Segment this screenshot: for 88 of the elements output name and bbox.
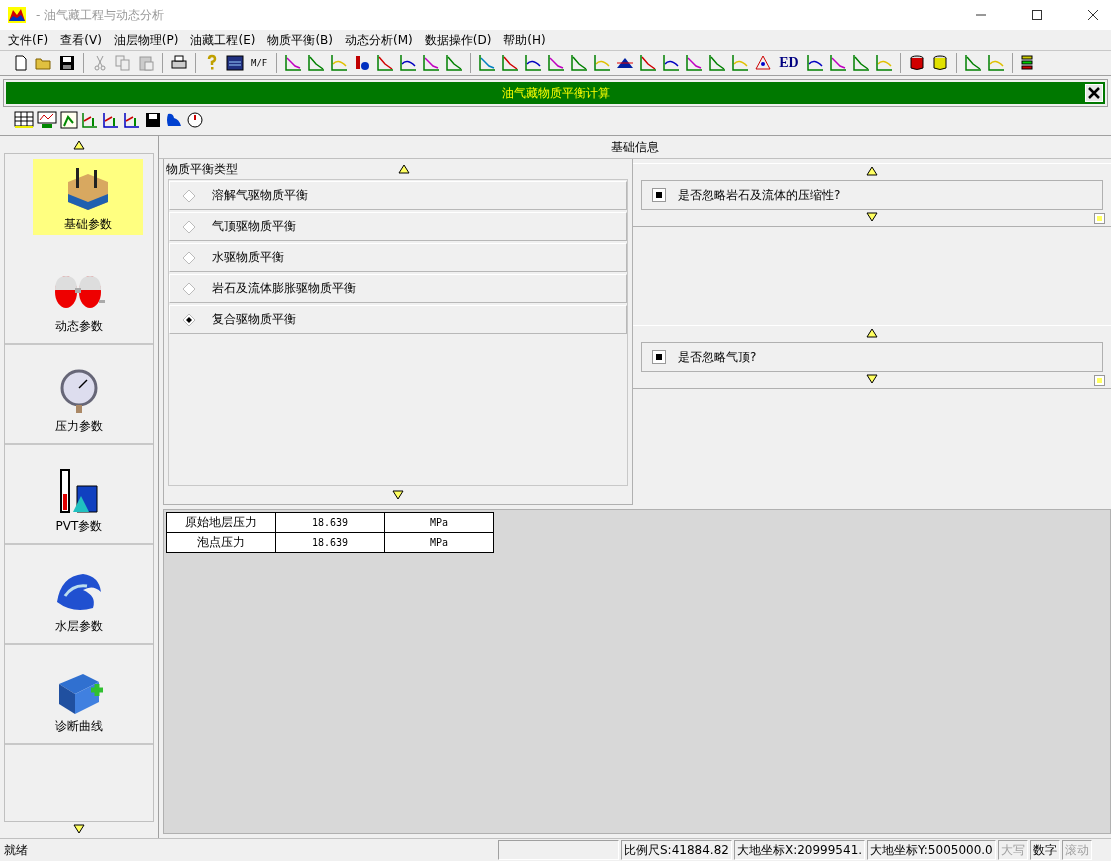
- monitor-icon[interactable]: [226, 54, 244, 72]
- scroll-up-icon[interactable]: [866, 328, 878, 338]
- scroll-down-icon[interactable]: [73, 824, 85, 834]
- image-icon[interactable]: [60, 111, 78, 129]
- line-chart-icon[interactable]: [123, 111, 141, 129]
- group-title: 物质平衡类型: [166, 160, 238, 178]
- new-file-icon[interactable]: [12, 54, 30, 72]
- menu-item[interactable]: 油藏工程(E): [190, 31, 256, 49]
- window-title: - 油气藏工程与动态分析: [36, 6, 165, 24]
- parameter-unit: MPa: [384, 532, 494, 553]
- clock-icon[interactable]: [186, 111, 204, 129]
- chart-icon[interactable]: [662, 54, 681, 72]
- radio-button[interactable]: [182, 312, 196, 327]
- panel-title: 油气藏物质平衡计算: [501, 84, 610, 102]
- save-icon[interactable]: [144, 111, 162, 129]
- grid-icon[interactable]: [14, 111, 34, 129]
- chart-icon[interactable]: [570, 54, 589, 72]
- chart-icon[interactable]: [639, 54, 658, 72]
- close-button[interactable]: [1085, 84, 1103, 102]
- chart-window-icon[interactable]: [37, 111, 57, 129]
- chart-icon[interactable]: [547, 54, 566, 72]
- parameter-value[interactable]: 18.639: [275, 512, 385, 533]
- corner-button-icon[interactable]: [1094, 213, 1105, 224]
- triangle-points-icon[interactable]: [754, 54, 773, 72]
- scroll-down-icon[interactable]: [866, 374, 878, 384]
- key-indicator: 滚动: [1061, 840, 1092, 860]
- menu-item[interactable]: 文件(F): [8, 31, 49, 49]
- radio-option[interactable]: 复合驱物质平衡: [169, 305, 627, 334]
- line-chart-icon[interactable]: [81, 111, 99, 129]
- maximize-icon[interactable]: [1031, 9, 1043, 21]
- section-title: 基础信息: [611, 138, 659, 156]
- scroll-up-icon[interactable]: [398, 164, 410, 174]
- parameter-value[interactable]: 18.639: [275, 532, 385, 553]
- radio-option[interactable]: 溶解气驱物质平衡: [169, 181, 627, 210]
- x-coordinate: 大地坐标X:20999541.: [733, 840, 866, 860]
- key-indicator: 大写: [997, 840, 1028, 860]
- cylinder-icon[interactable]: [907, 54, 926, 72]
- scroll-up-icon[interactable]: [73, 140, 85, 150]
- chart-icon[interactable]: [685, 54, 704, 72]
- menu-item[interactable]: 动态分析(M): [345, 31, 413, 49]
- scroll-down-icon[interactable]: [392, 490, 404, 500]
- scroll-up-icon[interactable]: [866, 166, 878, 176]
- nav-item[interactable]: 基础参数: [33, 159, 143, 235]
- chart-icon[interactable]: [524, 54, 543, 72]
- radio-button[interactable]: [182, 281, 196, 296]
- corner-button-icon[interactable]: [1094, 375, 1105, 386]
- app-logo-icon: [8, 7, 26, 23]
- menu-item[interactable]: 数据操作(D): [424, 31, 492, 49]
- scale-readout: 比例尺S:41884.82: [621, 840, 732, 860]
- y-coordinate: 大地坐标Y:5005000.0: [867, 840, 996, 860]
- menu-item[interactable]: 查看(V): [60, 31, 102, 49]
- status-message: 就绪: [3, 841, 29, 859]
- chart-icon[interactable]: [445, 54, 464, 72]
- radio-button[interactable]: [182, 219, 196, 234]
- line-chart-icon[interactable]: [102, 111, 120, 129]
- radio-button[interactable]: [182, 250, 196, 265]
- chart-icon[interactable]: [708, 54, 727, 72]
- parameter-name: 泡点压力: [166, 532, 276, 553]
- chart-icon[interactable]: [399, 54, 418, 72]
- checkbox-option[interactable]: 是否忽略岩石及流体的压缩性?: [641, 180, 1103, 210]
- radio-option[interactable]: 气顶驱物质平衡: [169, 212, 627, 241]
- chart-icon[interactable]: [805, 54, 824, 72]
- chart-icon[interactable]: [422, 54, 441, 72]
- blob-icon[interactable]: [165, 111, 183, 129]
- chart-icon[interactable]: [828, 54, 847, 72]
- menu-item[interactable]: 物质平衡(B): [267, 31, 333, 49]
- menu-item[interactable]: 油层物理(P): [113, 31, 179, 49]
- chart-icon[interactable]: [307, 54, 326, 72]
- cylinder-icon[interactable]: [930, 54, 949, 72]
- parameter-unit: MPa: [384, 512, 494, 533]
- radio-button[interactable]: [182, 188, 196, 203]
- scroll-down-icon[interactable]: [866, 212, 878, 222]
- checkbox[interactable]: [652, 188, 666, 202]
- close-icon[interactable]: [1087, 9, 1099, 21]
- checkbox[interactable]: [652, 350, 666, 364]
- chart-icon[interactable]: [284, 54, 303, 72]
- save-icon[interactable]: [58, 54, 76, 72]
- checkbox-option[interactable]: 是否忽略气顶?: [641, 342, 1103, 372]
- chart-icon[interactable]: [501, 54, 520, 72]
- radio-option[interactable]: 岩石及流体膨胀驱物质平衡: [169, 274, 627, 303]
- chart-icon[interactable]: [851, 54, 870, 72]
- key-indicator: 数字: [1029, 840, 1060, 860]
- chart-icon[interactable]: [376, 54, 395, 72]
- chart-icon[interactable]: [963, 54, 982, 72]
- menu-item[interactable]: 帮助(H): [503, 31, 546, 49]
- printer-icon[interactable]: [170, 54, 188, 72]
- radio-option[interactable]: 水驱物质平衡: [169, 243, 627, 272]
- parameter-name: 原始地层压力: [166, 512, 276, 533]
